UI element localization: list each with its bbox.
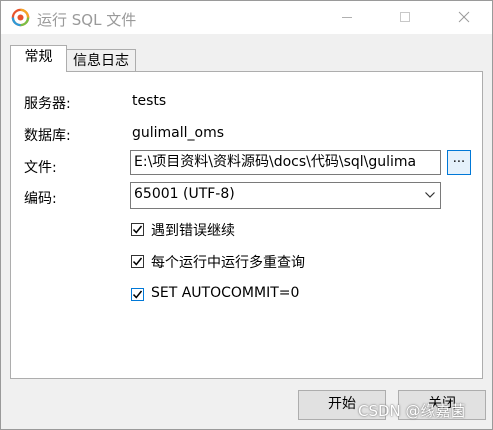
run-sql-file-dialog: 运行 SQL 文件 常规 信息日志 服务器: tests 数据库: gulima…	[0, 0, 493, 430]
encoding-select[interactable]: 65001 (UTF-8)	[130, 182, 441, 209]
checkmark-icon	[133, 290, 142, 299]
browse-button[interactable]: ...	[447, 150, 471, 175]
minimize-button[interactable]	[324, 1, 370, 34]
general-panel	[10, 71, 483, 379]
autocommit-checkbox[interactable]	[131, 288, 144, 301]
encoding-label: 编码:	[24, 191, 57, 207]
maximize-icon	[400, 12, 410, 22]
encoding-value: 65001 (UTF-8)	[134, 186, 235, 202]
watermark: CSDN @缘嘉菌	[358, 402, 466, 420]
database-label: 数据库:	[24, 128, 71, 144]
close-icon	[458, 11, 470, 23]
file-path-input[interactable]: E:\项目资料\资料源码\docs\代码\sql\gulima	[130, 150, 441, 175]
checkmark-icon	[133, 257, 142, 266]
minimize-icon	[342, 17, 352, 18]
navicat-app-icon	[11, 8, 30, 27]
file-label: 文件:	[24, 160, 57, 176]
database-value: gulimall_oms	[132, 125, 225, 141]
tab-info-log[interactable]: 信息日志	[66, 49, 136, 72]
server-value: tests	[132, 93, 167, 109]
chevron-down-icon	[425, 192, 435, 198]
continue-on-error-checkbox[interactable]	[131, 223, 144, 236]
multiple-queries-checkbox[interactable]	[131, 255, 144, 268]
continue-on-error-label: 遇到错误继续	[151, 223, 235, 239]
window-title: 运行 SQL 文件	[37, 11, 137, 29]
checkmark-icon	[133, 225, 142, 234]
title-bar[interactable]: 运行 SQL 文件	[1, 1, 492, 34]
autocommit-label: SET AUTOCOMMIT=0	[151, 285, 300, 301]
tab-general[interactable]: 常规	[10, 45, 67, 72]
maximize-button[interactable]	[382, 1, 428, 34]
multiple-queries-label: 每个运行中运行多重查询	[151, 255, 305, 271]
server-label: 服务器:	[24, 96, 71, 112]
close-window-button[interactable]	[441, 1, 487, 34]
